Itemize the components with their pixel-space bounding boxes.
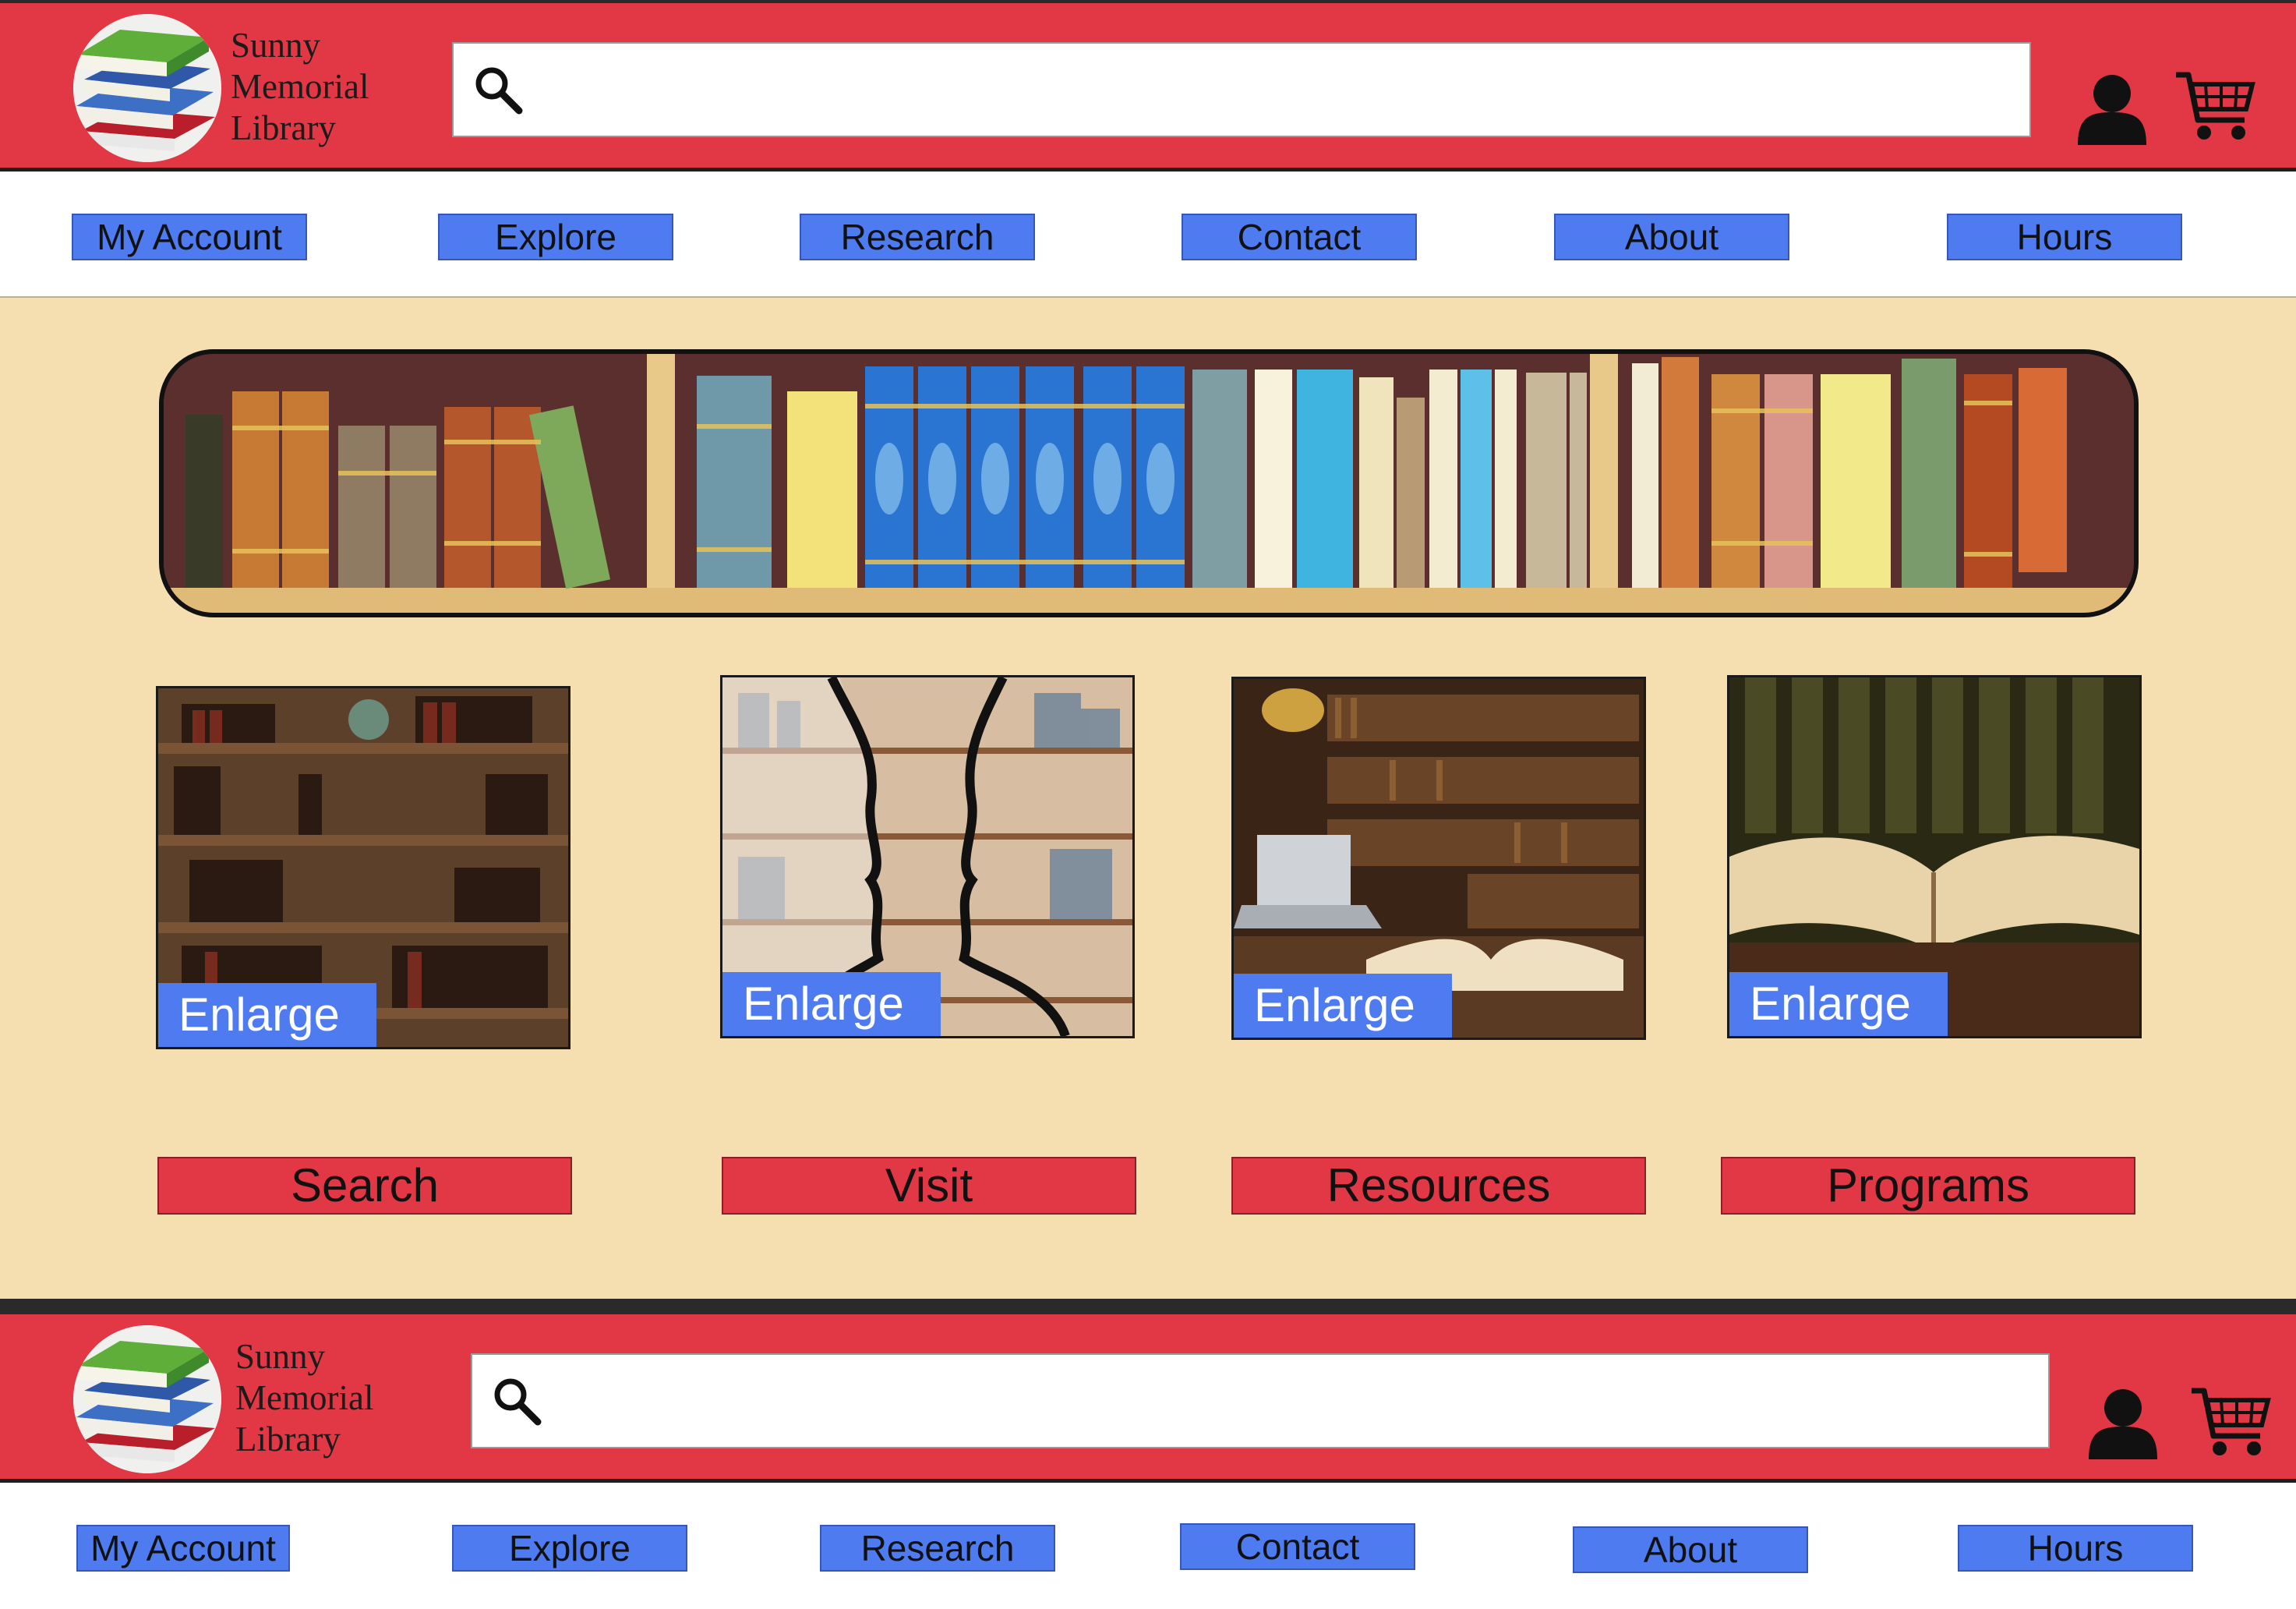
enlarge-button[interactable]: Enlarge [722, 972, 941, 1036]
book-stack-icon[interactable] [73, 14, 221, 162]
nav-explore[interactable]: Explore [438, 214, 673, 260]
nav-about[interactable]: About [1573, 1526, 1808, 1573]
enlarge-button[interactable]: Enlarge [1234, 974, 1452, 1038]
nav-my-account[interactable]: My Account [76, 1525, 290, 1572]
nav-contact[interactable]: Contact [1180, 1523, 1415, 1570]
library-name-line-2: Memorial [235, 1378, 374, 1417]
cart-icon[interactable] [2174, 69, 2255, 143]
image-tile-visit: Enlarge [720, 675, 1135, 1038]
library-name-line-2: Memorial [231, 67, 369, 106]
library-name-line-1: Sunny [235, 1337, 326, 1376]
search-bar[interactable] [471, 1353, 2050, 1448]
library-name: Sunny Memorial Library [235, 1336, 422, 1460]
book-stack-icon[interactable] [73, 1325, 221, 1473]
search-input[interactable] [558, 1363, 2026, 1441]
nav-research[interactable]: Research [820, 1525, 1055, 1572]
image-tile-search: Enlarge [156, 686, 570, 1049]
top-header: Sunny Memorial Library [0, 0, 2296, 172]
library-name-line-3: Library [231, 108, 336, 147]
image-tile-programs: Enlarge [1727, 675, 2142, 1038]
visit-button[interactable]: Visit [722, 1157, 1136, 1215]
bottom-header: Sunny Memorial Library [0, 1311, 2296, 1483]
bookshelf-banner [159, 349, 2139, 617]
search-button[interactable]: Search [157, 1157, 572, 1215]
bookshelf-illustration [164, 354, 2134, 613]
search-icon[interactable] [489, 1374, 544, 1428]
library-name: Sunny Memorial Library [231, 25, 418, 149]
enlarge-button[interactable]: Enlarge [1729, 972, 1948, 1036]
resources-button[interactable]: Resources [1231, 1157, 1646, 1215]
nav-my-account[interactable]: My Account [72, 214, 307, 260]
programs-button[interactable]: Programs [1721, 1157, 2135, 1215]
section-divider [0, 1299, 2296, 1311]
search-input[interactable] [539, 51, 2008, 129]
library-name-line-3: Library [235, 1420, 341, 1459]
nav-contact[interactable]: Contact [1182, 214, 1417, 260]
nav-research[interactable]: Research [800, 214, 1035, 260]
search-icon[interactable] [471, 62, 525, 117]
nav-explore[interactable]: Explore [452, 1525, 687, 1572]
bottom-nav: My Account Explore Research Contact Abou… [0, 1483, 2296, 1609]
nav-hours[interactable]: Hours [1958, 1525, 2193, 1572]
user-icon[interactable] [2086, 1384, 2160, 1459]
main-nav: My Account Explore Research Contact Abou… [0, 172, 2296, 298]
user-icon[interactable] [2075, 70, 2149, 145]
image-tile-resources: Enlarge [1231, 677, 1646, 1040]
nav-about[interactable]: About [1554, 214, 1789, 260]
cart-icon[interactable] [2190, 1384, 2271, 1459]
library-name-line-1: Sunny [231, 26, 321, 65]
nav-hours[interactable]: Hours [1947, 214, 2182, 260]
enlarge-button[interactable]: Enlarge [158, 983, 376, 1047]
search-bar[interactable] [452, 42, 2031, 137]
